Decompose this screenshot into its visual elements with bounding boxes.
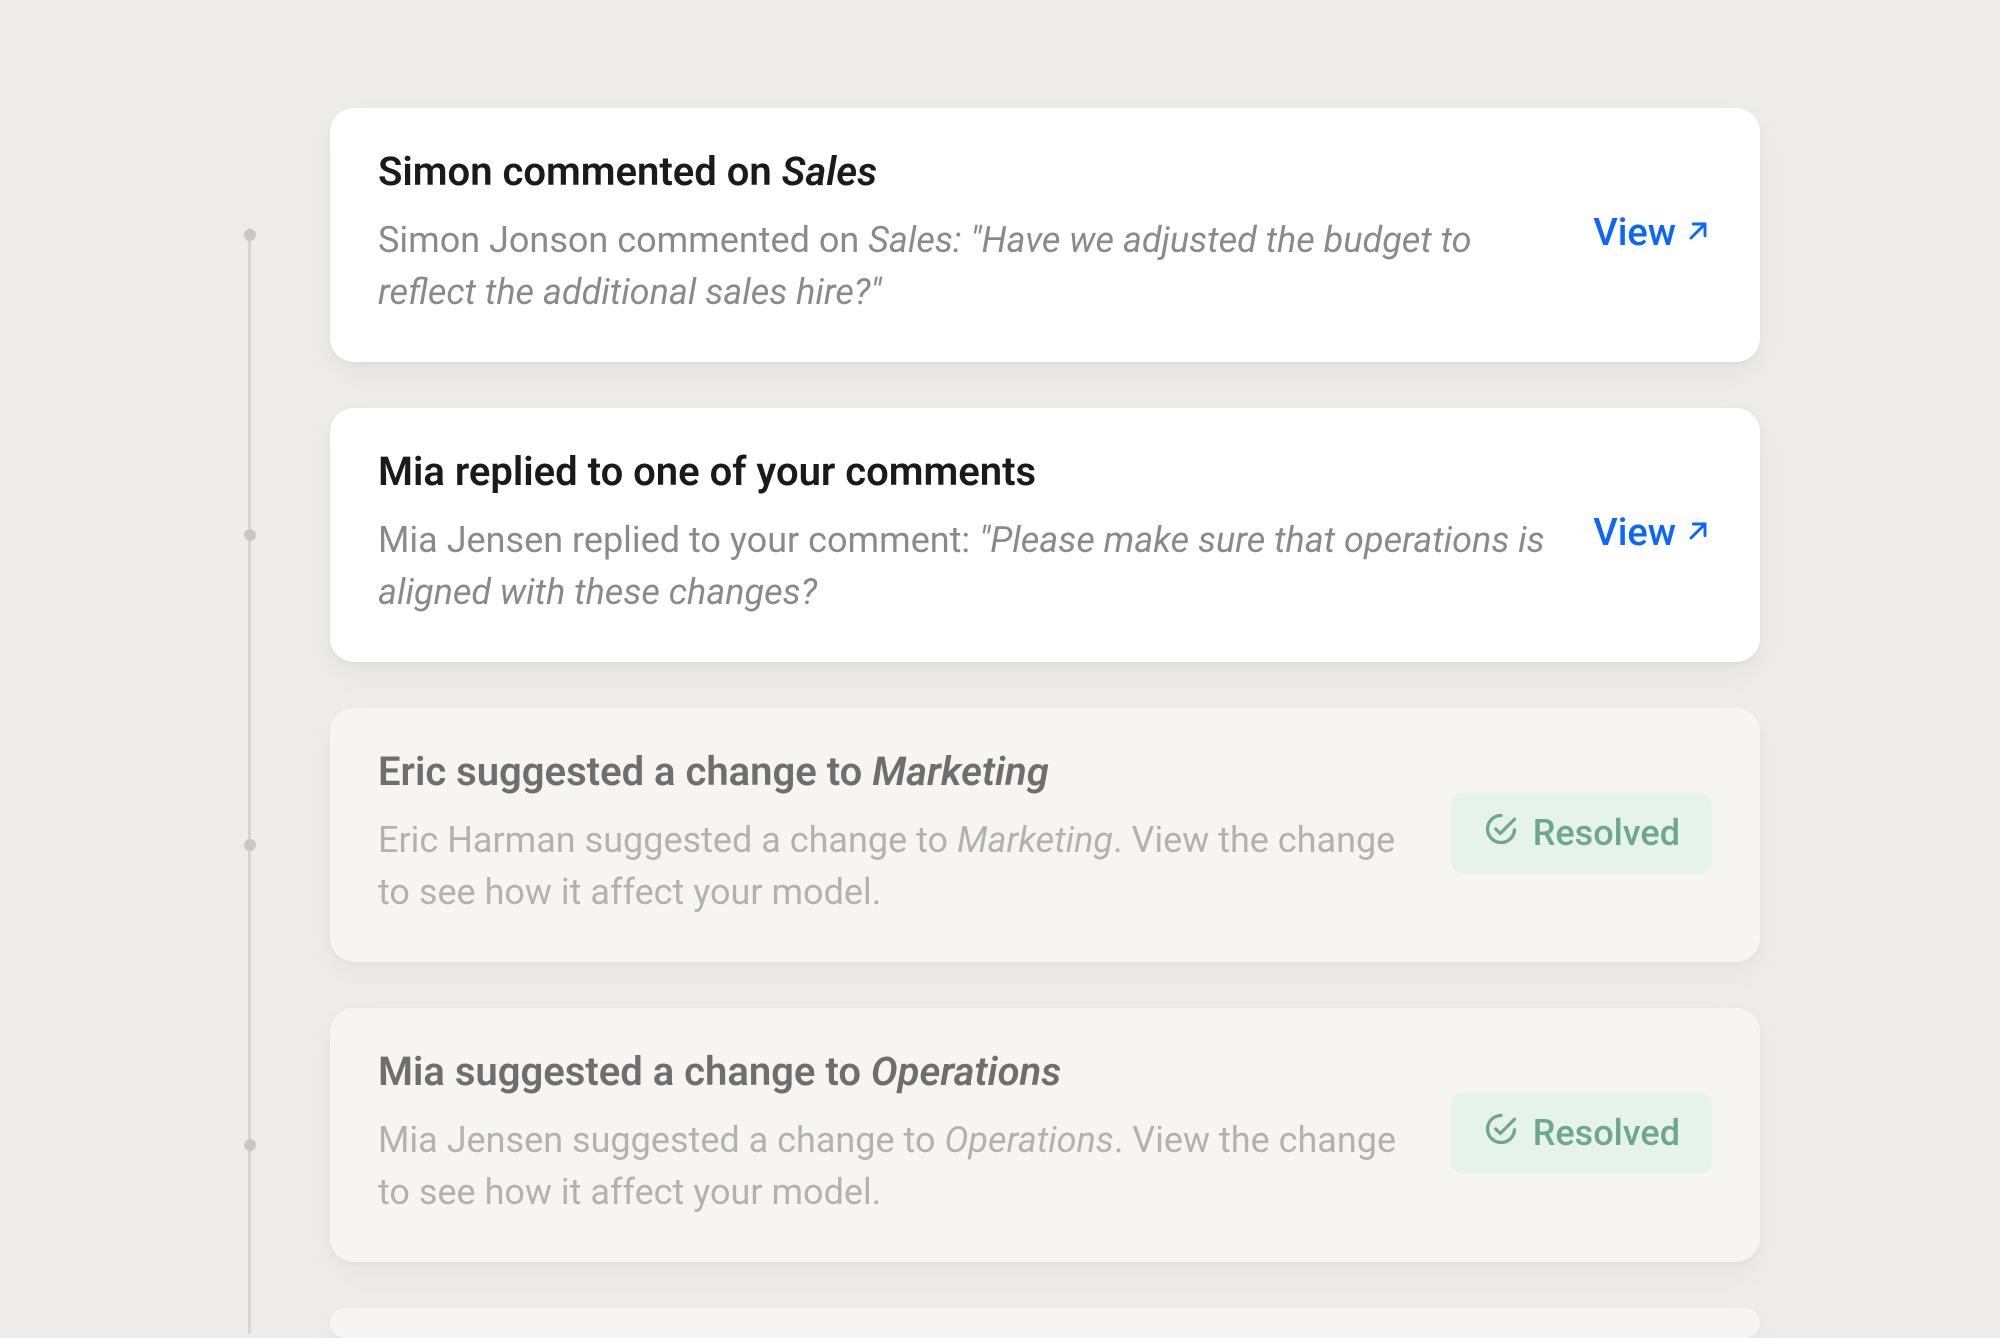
notification-body: Mia Jensen replied to your comment: "Ple…: [378, 514, 1553, 618]
title-text: Simon commented on: [378, 148, 782, 195]
timeline-dot: [244, 529, 256, 541]
title-emphasis: Marketing: [872, 748, 1049, 795]
title-text: Mia suggested a change to: [378, 1048, 871, 1095]
notification-title: Mia replied to one of your comments: [378, 448, 1553, 496]
timeline-line: [248, 228, 251, 1334]
view-button[interactable]: View: [1593, 211, 1712, 255]
body-text: Eric Harman suggested a change to: [378, 819, 957, 861]
body-emphasis: Operations: [944, 1119, 1113, 1161]
notification-title: Simon commented on Sales: [378, 148, 1553, 196]
view-label: View: [1593, 211, 1676, 255]
timeline-dot: [244, 839, 256, 851]
notification-card: Eric suggested a change to Marketing Eri…: [330, 708, 1760, 962]
resolved-badge: Resolved: [1451, 793, 1712, 874]
notification-card: Simon commented on Sales Simon Jonson co…: [330, 108, 1760, 362]
body-emphasis: Marketing: [957, 819, 1113, 861]
check-circle-icon: [1483, 1111, 1519, 1156]
title-emphasis: Operations: [871, 1048, 1061, 1095]
notification-card: Mia replied to one of your comments Mia …: [330, 408, 1760, 662]
notification-body: Mia Jensen suggested a change to Operati…: [378, 1114, 1411, 1218]
resolved-label: Resolved: [1533, 812, 1680, 854]
notification-title: Eric suggested a change to Marketing: [378, 748, 1411, 796]
notification-title: Mia suggested a change to Operations: [378, 1048, 1411, 1096]
resolved-label: Resolved: [1533, 1112, 1680, 1154]
view-button[interactable]: View: [1593, 511, 1712, 555]
timeline-dot: [244, 1139, 256, 1151]
arrow-up-right-icon: [1684, 211, 1712, 255]
view-label: View: [1593, 511, 1676, 555]
notification-card: Mia suggested a change to Operations Mia…: [330, 1008, 1760, 1262]
resolved-badge: Resolved: [1451, 1093, 1712, 1174]
body-text: Simon Jonson commented on: [378, 219, 868, 261]
notification-body: Eric Harman suggested a change to Market…: [378, 814, 1411, 918]
body-text: Mia Jensen replied to your comment:: [378, 519, 979, 561]
notification-body: Simon Jonson commented on Sales: "Have w…: [378, 214, 1553, 318]
body-text: Mia Jensen suggested a change to: [378, 1119, 944, 1161]
arrow-up-right-icon: [1684, 511, 1712, 555]
timeline-dot: [244, 229, 256, 241]
check-circle-icon: [1483, 811, 1519, 856]
title-emphasis: Sales: [782, 148, 877, 195]
title-text: Mia replied to one of your comments: [378, 448, 1036, 495]
title-text: Eric suggested a change to: [378, 748, 872, 795]
